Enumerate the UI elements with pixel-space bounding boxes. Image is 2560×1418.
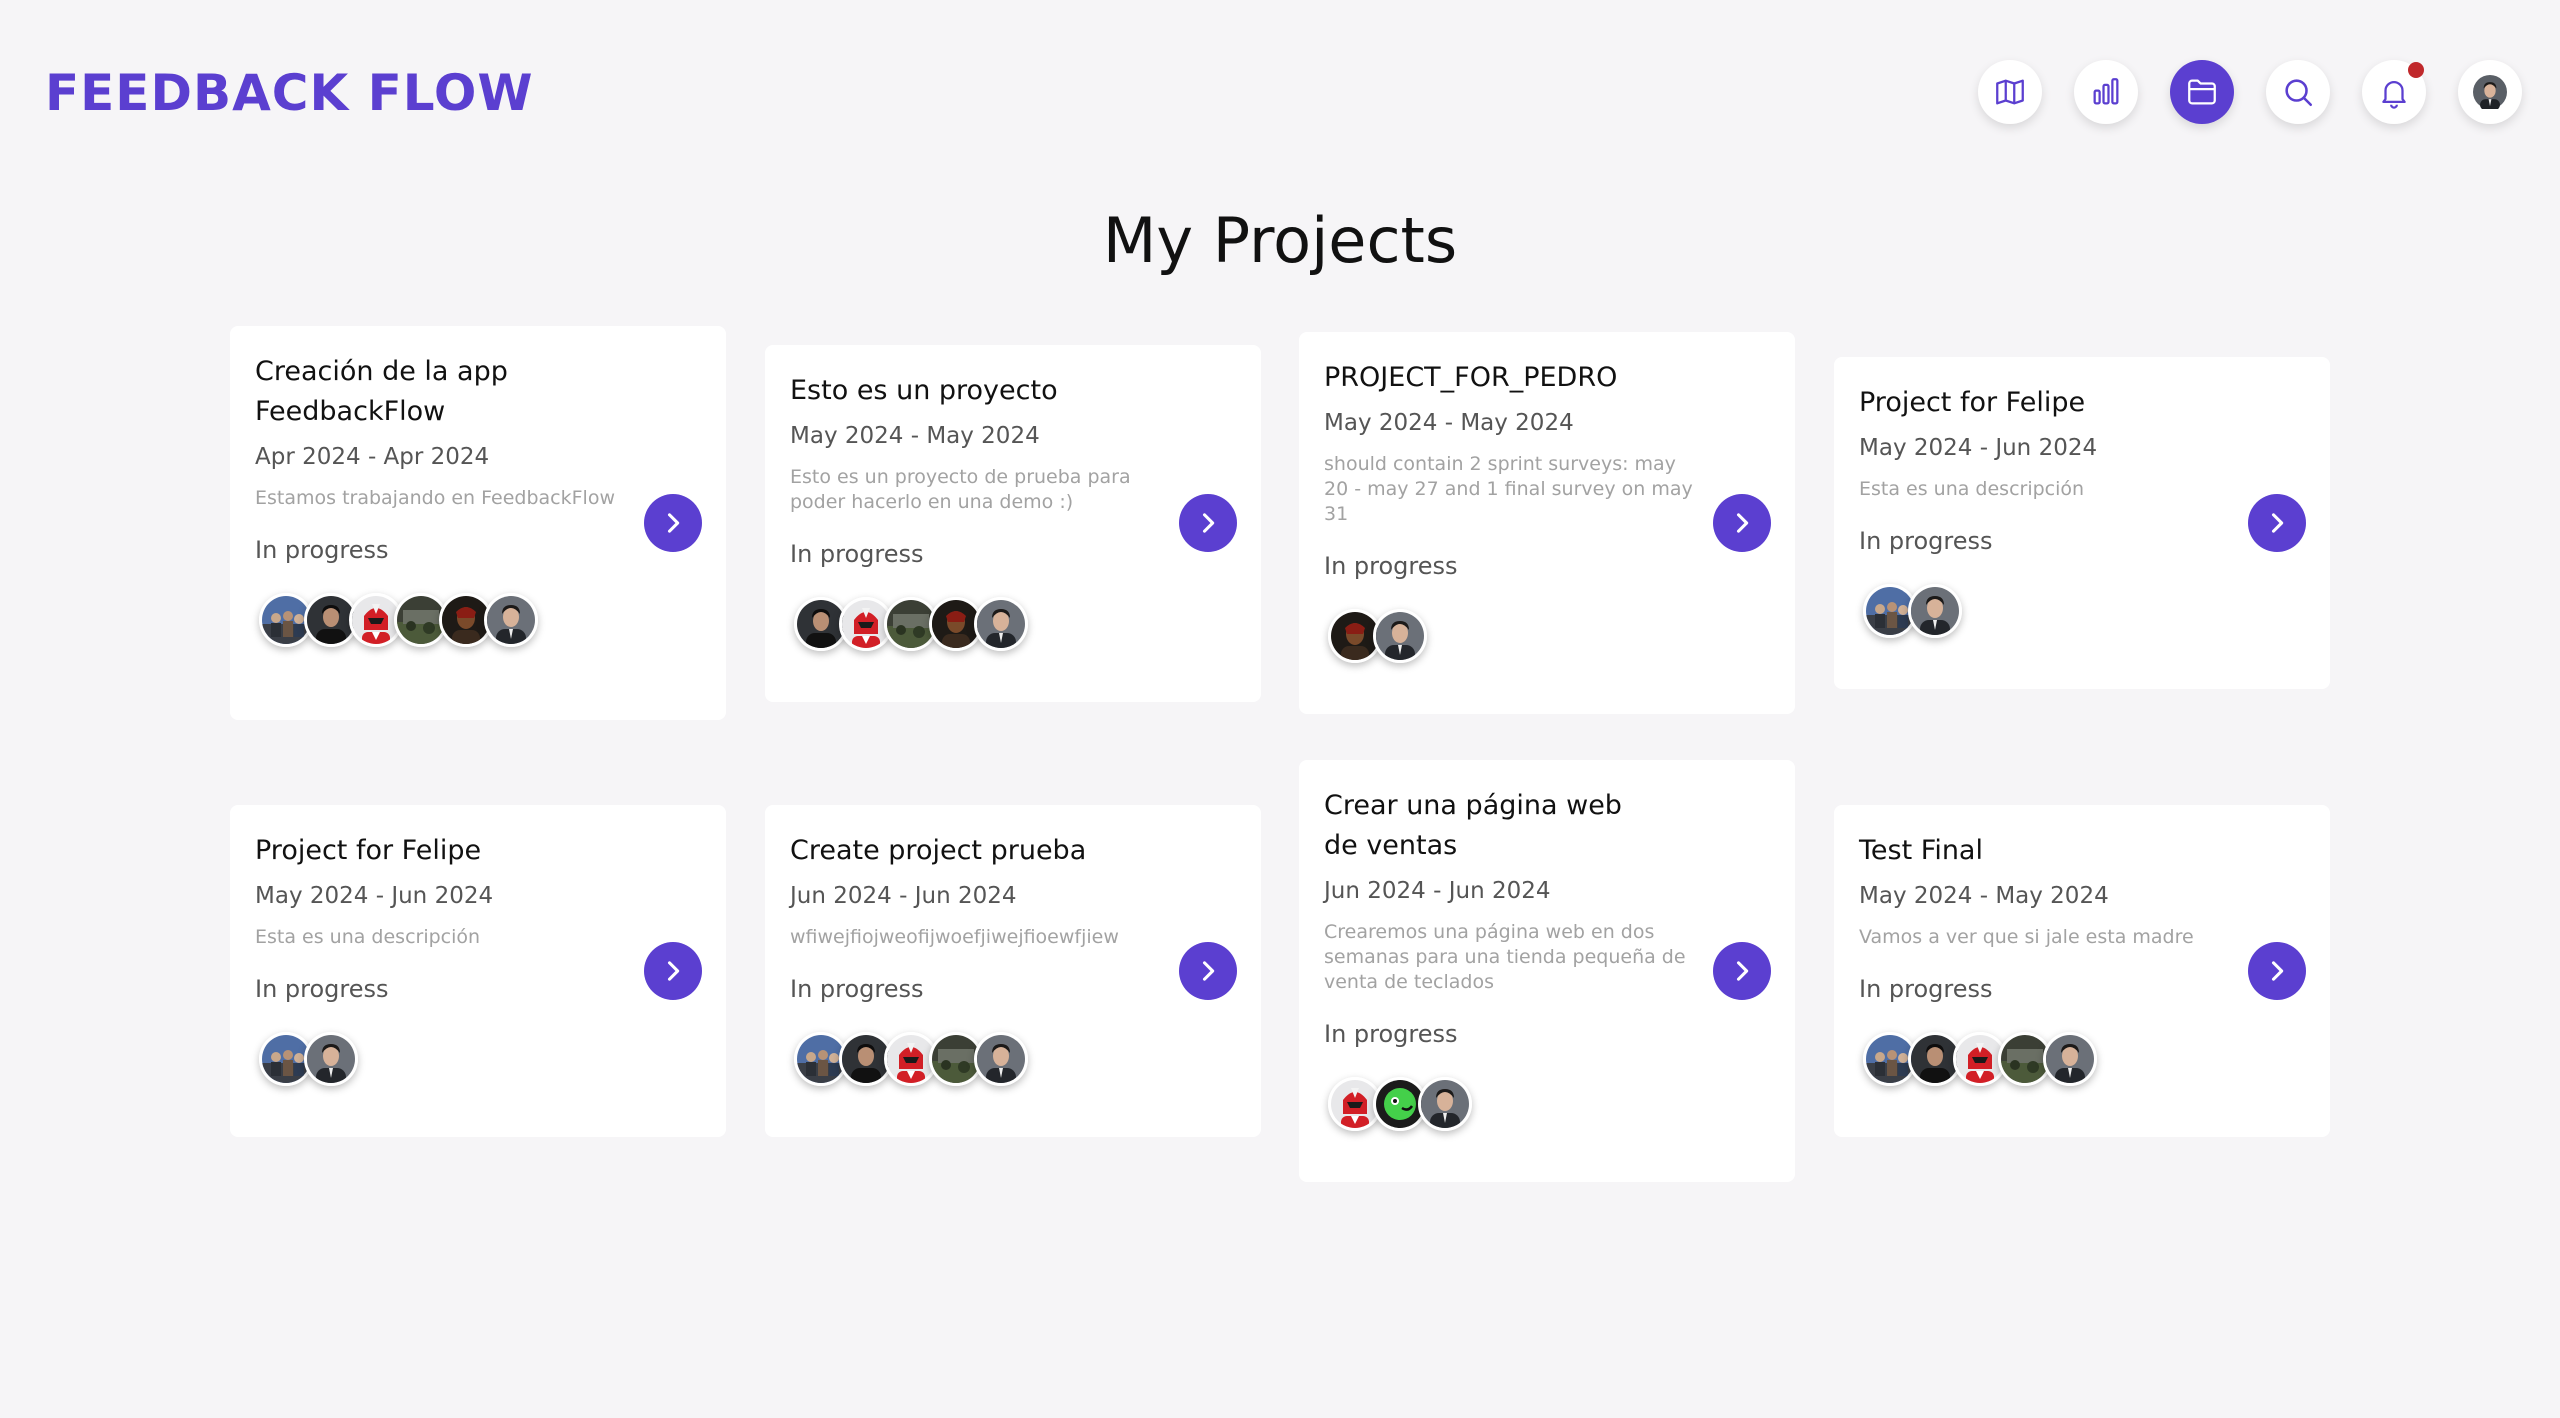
app-logo[interactable]: FEEDBACK FLOW xyxy=(45,64,534,122)
page-title: My Projects xyxy=(1102,204,1458,277)
open-project-button[interactable] xyxy=(1713,494,1771,552)
open-project-button[interactable] xyxy=(2248,494,2306,552)
open-project-button[interactable] xyxy=(1713,942,1771,1000)
chevron-right-icon xyxy=(1202,513,1215,533)
chevron-right-icon xyxy=(667,961,680,981)
notification-badge xyxy=(2408,62,2424,78)
open-project-button[interactable] xyxy=(1179,494,1237,552)
member-avatars xyxy=(1324,609,1769,663)
chevron-right-icon xyxy=(2271,961,2284,981)
project-card: Project for Felipe May 2024 - Jun 2024 E… xyxy=(230,805,726,1137)
project-title: Creación de la app FeedbackFlow xyxy=(255,356,508,427)
member-avatar[interactable] xyxy=(974,1032,1028,1086)
project-dates: May 2024 - May 2024 xyxy=(1859,883,2109,909)
member-avatars xyxy=(255,593,700,647)
project-title: PROJECT_FOR_PEDRO xyxy=(1324,362,1618,393)
member-avatars xyxy=(1324,1077,1769,1131)
member-avatars xyxy=(790,1032,1235,1086)
project-description: Vamos a ver que si jale esta madre xyxy=(1859,926,2194,948)
member-avatar[interactable] xyxy=(2043,1032,2097,1086)
project-title: Project for Felipe xyxy=(255,835,482,866)
project-dates: Jun 2024 - Jun 2024 xyxy=(790,883,1017,909)
project-description: Esta es una descripción xyxy=(255,926,481,948)
member-avatar[interactable] xyxy=(304,1032,358,1086)
project-description: Crearemos una página web en dos semanas … xyxy=(1324,921,1686,993)
top-nav xyxy=(1978,60,2522,124)
member-avatar[interactable] xyxy=(1908,584,1962,638)
member-avatar[interactable] xyxy=(1373,609,1427,663)
project-dates: May 2024 - Jun 2024 xyxy=(1859,435,2098,461)
project-card: Test Final May 2024 - May 2024 Vamos a v… xyxy=(1834,805,2330,1137)
project-status: In progress xyxy=(1859,975,1993,1003)
project-title: Create project prueba xyxy=(790,835,1087,866)
open-project-button[interactable] xyxy=(1179,942,1237,1000)
project-card: Create project prueba Jun 2024 - Jun 202… xyxy=(765,805,1261,1137)
member-avatar[interactable] xyxy=(1418,1077,1472,1131)
project-title: Esto es un proyecto xyxy=(790,375,1058,406)
member-avatars xyxy=(1859,584,2304,638)
nav-projects-button[interactable] xyxy=(2170,60,2234,124)
project-card: Project for Felipe May 2024 - Jun 2024 E… xyxy=(1834,357,2330,689)
nav-search-button[interactable] xyxy=(2266,60,2330,124)
project-status: In progress xyxy=(1324,1020,1458,1048)
project-status: In progress xyxy=(255,975,389,1003)
project-title: Test Final xyxy=(1859,835,1983,866)
member-avatar[interactable] xyxy=(484,593,538,647)
chevron-right-icon xyxy=(2271,513,2284,533)
project-description: Esto es un proyecto de prueba para poder… xyxy=(790,466,1131,513)
chevron-right-icon xyxy=(1736,961,1749,981)
member-avatars xyxy=(790,597,1235,651)
project-description: Estamos trabajando en FeedbackFlow xyxy=(255,487,615,509)
member-avatars xyxy=(1859,1032,2304,1086)
open-project-button[interactable] xyxy=(644,494,702,552)
open-project-button[interactable] xyxy=(2248,942,2306,1000)
chevron-right-icon xyxy=(1736,513,1749,533)
project-card: PROJECT_FOR_PEDRO May 2024 - May 2024 sh… xyxy=(1299,332,1795,714)
chevron-right-icon xyxy=(667,513,680,533)
project-status: In progress xyxy=(790,540,924,568)
project-card: Esto es un proyecto May 2024 - May 2024 … xyxy=(765,345,1261,702)
search-icon xyxy=(2285,79,2313,107)
project-description: Esta es una descripción xyxy=(1859,478,2085,500)
project-status: In progress xyxy=(1324,552,1458,580)
bell-icon xyxy=(2382,81,2406,109)
nav-stats-button[interactable] xyxy=(2074,60,2138,124)
member-avatars xyxy=(255,1032,700,1086)
project-dates: Jun 2024 - Jun 2024 xyxy=(1324,878,1551,904)
project-description: wfiwejfiojweofijwoefjiwejfioewfjiew xyxy=(790,926,1119,948)
project-dates: May 2024 - May 2024 xyxy=(790,423,1040,449)
folder-icon xyxy=(2188,79,2216,105)
open-project-button[interactable] xyxy=(644,942,702,1000)
project-status: In progress xyxy=(790,975,924,1003)
member-avatar[interactable] xyxy=(974,597,1028,651)
project-dates: Apr 2024 - Apr 2024 xyxy=(255,444,490,470)
project-title: Crear una página web de ventas xyxy=(1324,790,1622,861)
nav-map-button[interactable] xyxy=(1978,60,2042,124)
bar-chart-icon xyxy=(2093,78,2119,105)
project-card: Creación de la app FeedbackFlow Apr 2024… xyxy=(230,326,726,720)
map-icon xyxy=(1996,79,2024,105)
user-avatar xyxy=(2473,75,2507,109)
project-card: Crear una página web de ventas Jun 2024 … xyxy=(1299,760,1795,1182)
project-status: In progress xyxy=(255,536,389,564)
project-title: Project for Felipe xyxy=(1859,387,2086,418)
nav-notifications-button[interactable] xyxy=(2362,60,2426,124)
project-dates: May 2024 - Jun 2024 xyxy=(255,883,494,909)
project-description: should contain 2 sprint surveys: may 20 … xyxy=(1324,453,1693,525)
project-status: In progress xyxy=(1859,527,1993,555)
user-avatar-button[interactable] xyxy=(2458,60,2522,124)
chevron-right-icon xyxy=(1202,961,1215,981)
project-dates: May 2024 - May 2024 xyxy=(1324,410,1574,436)
